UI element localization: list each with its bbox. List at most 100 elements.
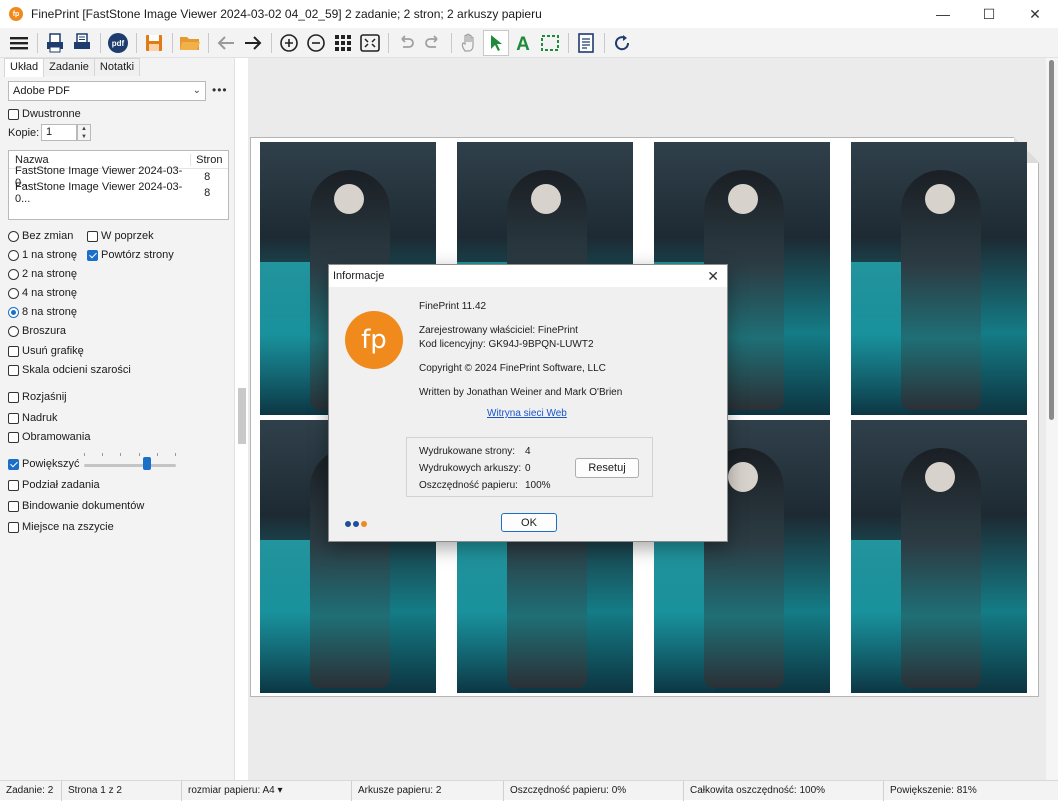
status-total-savings: Całkowita oszczędność: 100% (684, 780, 884, 801)
pointer-icon[interactable] (483, 29, 509, 56)
radio-label: 4 na stronę (22, 287, 78, 299)
stat-value: 100% (525, 480, 551, 491)
status-bar: Zadanie: 2 Strona 1 z 2 rozmiar papieru:… (0, 780, 1058, 801)
radio-4-na-strone[interactable]: 4 na stronę (8, 287, 77, 299)
version-text: FinePrint 11.42 (419, 301, 487, 312)
spin-up-icon[interactable]: ▲ (78, 125, 90, 133)
toolbar: pdf A (0, 28, 1058, 58)
page-thumbnail[interactable] (851, 420, 1027, 693)
save-icon[interactable] (141, 30, 167, 56)
maximize-button[interactable]: ☐ (966, 0, 1012, 28)
svg-text:pdf: pdf (112, 39, 125, 48)
tab-uklad[interactable]: Układ (4, 58, 45, 77)
fineprint-logo: fp (345, 311, 403, 369)
radio-broszura[interactable]: Broszura (8, 325, 66, 337)
stat-label: Oszczędność papieru: (419, 480, 518, 491)
zoom-in-icon[interactable] (276, 30, 302, 56)
job-pages: 8 (204, 187, 211, 199)
copies-input[interactable]: 1 (41, 124, 77, 141)
tab-notatki[interactable]: Notatki (93, 58, 141, 76)
repeat-pages-checkbox[interactable]: Powtórz strony (87, 249, 174, 261)
duplex-label: Dwustronne (22, 108, 81, 120)
forward-arrow-icon[interactable] (240, 30, 266, 56)
page-setup-icon[interactable] (573, 30, 599, 56)
close-icon[interactable]: ✕ (707, 268, 719, 285)
pdf-icon[interactable]: pdf (105, 30, 131, 56)
remove-graphics-checkbox[interactable]: Usuń grafikę (8, 345, 84, 357)
grayscale-checkbox[interactable]: Skala odcieni szarości (8, 364, 131, 376)
fineprint-app-icon: fp (9, 7, 23, 21)
zoom-slider[interactable] (84, 464, 176, 467)
job-list[interactable]: Nazwa Stron FastStone Image Viewer 2024-… (8, 150, 229, 220)
status-sheets: Arkusze papieru: 2 (352, 780, 504, 801)
borders-checkbox[interactable]: Obramowania (8, 431, 90, 443)
printer-select[interactable]: Adobe PDF ⌄ (8, 81, 206, 101)
license-text: Kod licencyjny: GK94J-9BPQN-LUWT2 (419, 339, 594, 350)
job-name: FastStone Image Viewer 2024-03-0... (15, 181, 183, 205)
undo-icon[interactable] (393, 30, 419, 56)
repeat-pages-label: Powtórz strony (101, 249, 174, 261)
back-arrow-icon[interactable] (213, 30, 239, 56)
print-icon[interactable] (42, 30, 68, 56)
duplex-checkbox[interactable]: Dwustronne (8, 108, 81, 120)
overlay-checkbox[interactable]: Nadruk (8, 412, 57, 424)
radio-2-na-strone[interactable]: 2 na stronę (8, 268, 77, 280)
open-folder-icon[interactable] (177, 30, 203, 56)
fit-icon[interactable] (357, 30, 383, 56)
across-checkbox[interactable]: W poprzek (87, 230, 154, 242)
text-icon[interactable]: A (510, 30, 536, 56)
page-thumbnail[interactable] (851, 142, 1027, 415)
owner-text: Zarejestrowany właściciel: FinePrint (419, 325, 578, 336)
zoom-out-icon[interactable] (303, 30, 329, 56)
menu-icon[interactable] (6, 30, 32, 56)
select-rect-icon[interactable] (537, 30, 563, 56)
website-link[interactable]: Witryna sieci Web (487, 408, 567, 419)
dot (353, 521, 359, 527)
refresh-icon[interactable] (609, 30, 635, 56)
authors-text: Written by Jonathan Weiner and Mark O'Br… (419, 387, 623, 398)
gutter-checkbox[interactable]: Miejsce na zszycie (8, 521, 114, 533)
split-job-checkbox[interactable]: Podział zadania (8, 479, 100, 491)
more-options-button[interactable]: ••• (212, 83, 228, 97)
option-label: Obramowania (22, 431, 91, 443)
redo-icon[interactable] (420, 30, 446, 56)
enlarge-checkbox[interactable]: Powiększyć (8, 458, 79, 470)
status-jobs: Zadanie: 2 (0, 780, 62, 801)
option-label: Bindowanie dokumentów (22, 500, 145, 512)
option-label: Usuń grafikę (22, 345, 84, 357)
ok-button[interactable]: OK (501, 513, 557, 532)
dot (361, 521, 367, 527)
grid-icon[interactable] (330, 30, 356, 56)
stat-label: Wydrukowane strony: (419, 446, 516, 457)
copies-spinner[interactable]: ▲ ▼ (77, 124, 91, 141)
option-label: Miejsce na zszycie (22, 521, 114, 533)
print-settings-icon[interactable] (69, 30, 95, 56)
paper-size-label: rozmiar papieru: A4 (188, 785, 275, 796)
radio-8-na-strone[interactable]: 8 na stronę (8, 306, 77, 318)
status-paper-size[interactable]: rozmiar papieru: A4 ▾ (182, 780, 352, 801)
column-name[interactable]: Nazwa (9, 154, 190, 166)
stat-label: Wydrukowych arkuszy: (419, 463, 522, 474)
lighten-checkbox[interactable]: Rozjaśnij (8, 391, 67, 403)
panel-collapse-handle[interactable] (238, 388, 246, 444)
spin-down-icon[interactable]: ▼ (78, 133, 90, 141)
stat-value: 4 (525, 446, 531, 457)
hand-icon[interactable] (456, 30, 482, 56)
column-pages[interactable]: Stron (190, 153, 228, 166)
vertical-scrollbar[interactable] (1046, 58, 1058, 780)
radio-1-na-strone[interactable]: 1 na stronę (8, 249, 77, 261)
radio-label: Broszura (22, 325, 67, 337)
binding-checkbox[interactable]: Bindowanie dokumentów (8, 500, 144, 512)
title-bar: fp FinePrint [FastStone Image Viewer 202… (0, 0, 1058, 28)
zoom-slider-handle[interactable] (142, 457, 151, 470)
table-row[interactable]: FastStone Image Viewer 2024-03-0... 8 (9, 181, 228, 205)
minimize-button[interactable]: — (920, 0, 966, 28)
close-window-button[interactable]: ✕ (1012, 0, 1058, 28)
tab-zadanie[interactable]: Zadanie (43, 58, 95, 76)
radio-bez-zmian[interactable]: Bez zmian (8, 230, 73, 242)
scrollbar-thumb[interactable] (1049, 60, 1054, 420)
window-title: FinePrint [FastStone Image Viewer 2024-0… (31, 7, 542, 21)
radio-label: Bez zmian (22, 230, 74, 242)
reset-button[interactable]: Resetuj (575, 458, 639, 478)
settings-panel: Układ Zadanie Notatki Adobe PDF ⌄ ••• Dw… (0, 58, 235, 780)
